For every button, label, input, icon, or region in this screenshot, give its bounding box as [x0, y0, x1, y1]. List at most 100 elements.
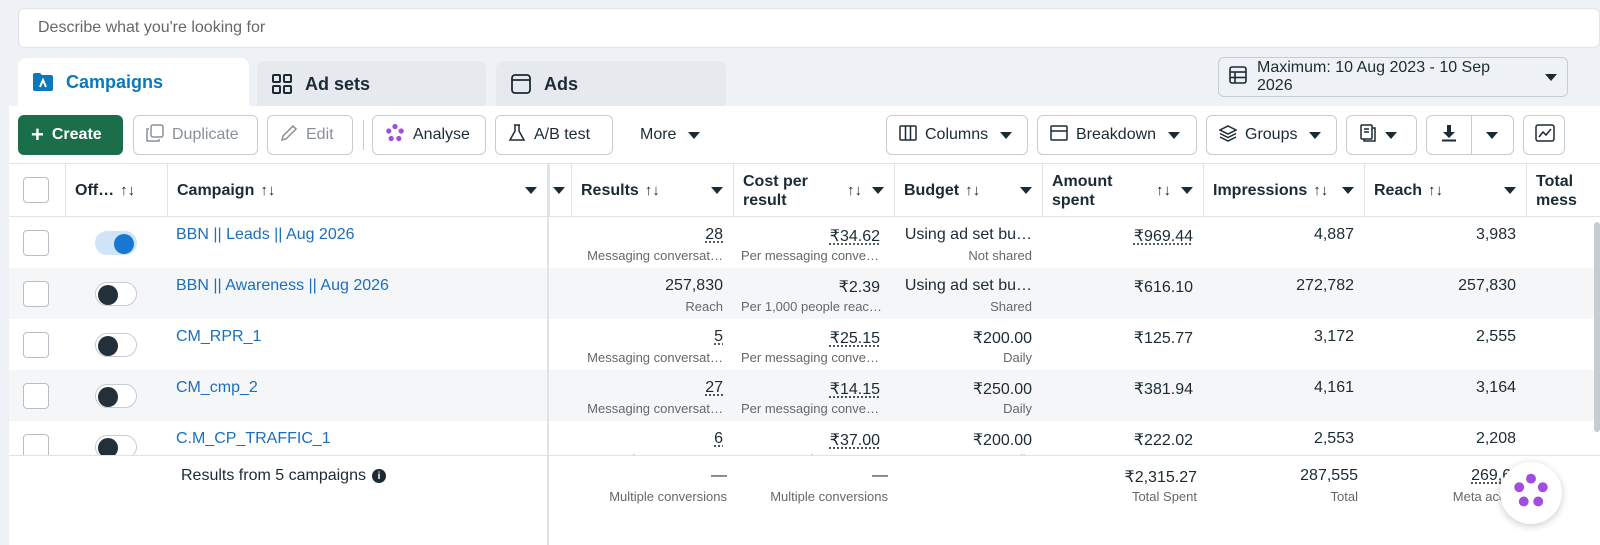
table-row[interactable]: BBN || Awareness || Aug 2026 257,830 Reach… [9, 268, 1600, 319]
tab-ad-sets[interactable]: Ad sets [257, 61, 486, 107]
cost-sub: Per messaging conve… [741, 401, 880, 416]
groups-label: Groups [1245, 126, 1298, 143]
campaign-name-link[interactable]: C.M_CP_TRAFFIC_1 [176, 430, 331, 448]
duplicate-button[interactable]: Duplicate [133, 115, 258, 155]
campaign-name-link[interactable]: CM_RPR_1 [176, 328, 261, 346]
summary-results-sub: Multiple conversions [609, 489, 727, 504]
header-label: result [743, 191, 787, 209]
chevron-down-icon[interactable] [1504, 187, 1516, 194]
campaign-name-link[interactable]: CM_cmp_2 [176, 379, 258, 397]
summary-impressions-sub: Total [1330, 489, 1358, 504]
budget-value: Using ad set bu… [904, 226, 1032, 243]
more-button[interactable]: More [627, 115, 707, 155]
results-sub: Reach [685, 299, 723, 314]
ad-window-icon [510, 73, 532, 95]
results-sub: Messaging conversat… [587, 401, 723, 416]
header-total-messaging[interactable]: Total mess [1526, 164, 1600, 217]
reach-value: 257,830 [1458, 277, 1516, 294]
summary-results: — [711, 467, 727, 484]
campaign-toggle[interactable] [95, 282, 137, 306]
header-reach[interactable]: Reach ↑↓ [1364, 164, 1526, 217]
chart-view-button[interactable] [1523, 115, 1565, 155]
table-row[interactable]: BBN || Leads || Aug 2026 28 Messaging conv… [9, 217, 1600, 268]
header-campaign[interactable]: Campaign ↑↓ [167, 164, 547, 217]
campaign-toggle[interactable] [95, 384, 137, 408]
header-results[interactable]: Results ↑↓ [571, 164, 733, 217]
tab-campaigns[interactable]: Campaigns [18, 58, 249, 106]
grid-icon [271, 73, 293, 95]
header-off-on[interactable]: Off… ↑↓ [65, 164, 167, 217]
summary-impressions: 287,555 [1300, 467, 1358, 484]
header-label: Campaign [177, 181, 255, 199]
chevron-down-icon [1486, 131, 1498, 139]
campaign-name-link[interactable]: BBN || Leads || Aug 2026 [176, 226, 355, 244]
chevron-down-icon[interactable] [711, 187, 723, 194]
results-value: 28 [705, 226, 723, 243]
amount-spent-value: ₹381.94 [1133, 381, 1193, 398]
row-checkbox[interactable] [23, 230, 49, 256]
campaign-name-link[interactable]: BBN || Awareness || Aug 2026 [176, 277, 389, 295]
amount-spent-value: ₹969.44 [1133, 228, 1193, 245]
header-label: mess [1536, 191, 1577, 209]
campaign-toggle[interactable] [95, 231, 137, 255]
groups-button[interactable]: Groups [1206, 115, 1337, 155]
create-button[interactable]: + Create [18, 115, 123, 155]
search-input[interactable]: Describe what you're looking for [18, 8, 1600, 48]
tab-label: Campaigns [66, 71, 164, 92]
row-checkbox[interactable] [23, 281, 49, 307]
columns-label: Columns [925, 126, 989, 143]
export-options-button[interactable] [1471, 115, 1514, 155]
row-checkbox[interactable] [23, 332, 49, 358]
header-impressions[interactable]: Impressions ↑↓ [1203, 164, 1364, 217]
chevron-down-icon [1309, 131, 1322, 139]
ab-test-button[interactable]: A/B test [495, 115, 613, 155]
table-row[interactable]: CM_cmp_2 27 Messaging conversat… ₹14.15 Per … [9, 370, 1600, 421]
budget-sub: Shared [990, 299, 1032, 314]
reach-value: 3,983 [1475, 226, 1516, 243]
search-placeholder: Describe what you're looking for [38, 19, 266, 36]
summary-label: Results from 5 campaigns [181, 467, 366, 484]
export-button[interactable] [1426, 115, 1472, 155]
chevron-down-icon[interactable] [1342, 187, 1354, 194]
header-cost-per-result[interactable]: Cost per result ↑↓ [733, 164, 894, 217]
cost-value: ₹14.15 [829, 381, 880, 398]
plus-icon: + [31, 122, 44, 147]
chevron-down-icon [1168, 131, 1181, 139]
breakdown-button[interactable]: Breakdown [1037, 115, 1197, 155]
header-label: Results [581, 181, 639, 199]
header-label: Reach [1374, 181, 1423, 199]
edit-button[interactable]: Edit [267, 115, 353, 155]
chevron-down-icon[interactable] [872, 187, 884, 194]
columns-button[interactable]: Columns [886, 115, 1028, 155]
chevron-down-icon[interactable] [1181, 187, 1193, 194]
row-checkbox[interactable] [23, 383, 49, 409]
reports-button[interactable] [1346, 115, 1417, 155]
header-label: Budget [904, 181, 960, 199]
vertical-scrollbar[interactable] [1594, 222, 1600, 432]
download-icon [1440, 124, 1458, 147]
campaign-toggle[interactable] [95, 333, 137, 357]
report-icon [1359, 123, 1377, 147]
divider [363, 120, 364, 150]
chevron-down-icon[interactable] [525, 187, 537, 194]
table-row[interactable]: CM_RPR_1 5 Messaging conversat… ₹25.15 Per m… [9, 319, 1600, 370]
header-status-dropdown[interactable] [549, 164, 571, 217]
analyse-button[interactable]: Analyse [372, 115, 486, 155]
impressions-value: 2,553 [1313, 430, 1354, 447]
tab-ads[interactable]: Ads [496, 61, 726, 107]
campaigns-table: Off… ↑↓ Campaign ↑↓ Results ↑↓ Cost per r… [9, 164, 1600, 545]
impressions-value: 4,161 [1313, 379, 1354, 396]
header-budget[interactable]: Budget ↑↓ [894, 164, 1042, 217]
budget-sub: Not shared [968, 248, 1032, 263]
select-all-cell [9, 164, 65, 217]
chevron-down-icon[interactable] [1020, 187, 1032, 194]
info-icon[interactable]: i [371, 469, 386, 483]
folder-icon [32, 71, 54, 93]
ai-assistant-button[interactable] [1500, 462, 1562, 524]
sort-icon: ↑↓ [1313, 182, 1329, 199]
chevron-down-icon [1385, 131, 1397, 139]
budget-sub: Daily [1003, 401, 1032, 416]
header-amount-spent[interactable]: Amount spent ↑↓ [1042, 164, 1203, 217]
date-range-picker[interactable]: Maximum: 10 Aug 2023 - 10 Sep 2026 [1218, 57, 1568, 97]
select-all-checkbox[interactable] [23, 177, 49, 203]
